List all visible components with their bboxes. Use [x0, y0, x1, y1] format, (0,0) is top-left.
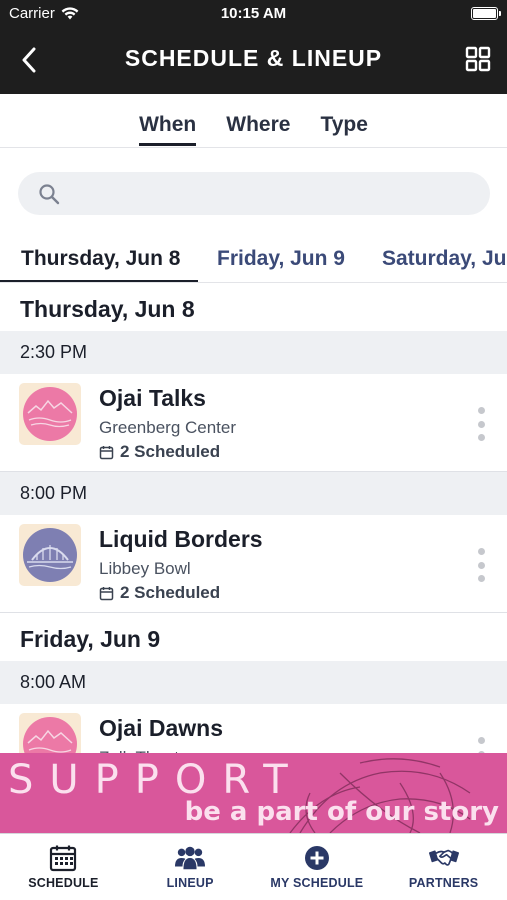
time-slot-header: 2:30 PM: [0, 331, 507, 374]
tab-lineup[interactable]: LINEUP: [127, 834, 254, 900]
filter-tabs: When Where Type: [0, 94, 507, 148]
search-bar: [18, 172, 490, 215]
event-name: Liquid Borders: [99, 526, 263, 552]
tab-my-schedule-label: MY SCHEDULE: [270, 876, 364, 890]
day-header: Friday, Jun 9: [0, 613, 507, 661]
tab-schedule-label: SCHEDULE: [28, 876, 99, 890]
event-artwork-icon: [23, 387, 77, 441]
date-tabs: Thursday, Jun 8 Friday, Jun 9 Saturday, …: [0, 236, 507, 283]
event-thumbnail: [19, 524, 81, 586]
tab-partners-label: PARTNERS: [408, 876, 479, 890]
calendar-small-icon: [99, 586, 114, 600]
calendar-icon: [50, 845, 77, 872]
tab-when[interactable]: When: [139, 94, 197, 148]
date-tab-saturday[interactable]: Saturday, Jun 10: [382, 247, 507, 271]
clock: 10:15 AM: [220, 5, 287, 22]
battery-icon: [471, 7, 501, 20]
tab-type[interactable]: Type: [320, 94, 367, 148]
time-slot-header: 8:00 PM: [0, 472, 507, 515]
schedule-list[interactable]: Thursday, Jun 8 2:30 PM Ojai Talks Green…: [0, 283, 507, 833]
more-options-icon[interactable]: [475, 407, 487, 441]
scheduled-count: 2 Scheduled: [99, 442, 220, 462]
search-input[interactable]: [70, 172, 470, 215]
scheduled-count: 2 Scheduled: [99, 583, 220, 603]
event-row[interactable]: Ojai Talks Greenberg Center 2 Scheduled: [0, 374, 507, 472]
tab-where[interactable]: Where: [226, 94, 290, 148]
nav-bar: SCHEDULE & LINEUP: [0, 28, 507, 94]
more-options-icon[interactable]: [475, 548, 487, 582]
scheduled-count-label: 2 Scheduled: [120, 442, 221, 461]
tab-my-schedule[interactable]: MY SCHEDULE: [254, 834, 381, 900]
event-row[interactable]: Liquid Borders Libbey Bowl 2 Scheduled: [0, 515, 507, 613]
date-tab-friday[interactable]: Friday, Jun 9: [217, 247, 345, 271]
event-name: Ojai Talks: [99, 385, 206, 411]
event-name: Ojai Dawns: [99, 715, 223, 741]
support-banner[interactable]: SUPPORT be a part of our story: [0, 753, 507, 833]
plus-circle-icon: [304, 846, 329, 870]
event-artwork-icon: [23, 528, 77, 582]
people-icon: [175, 846, 206, 870]
tab-schedule[interactable]: SCHEDULE: [0, 834, 127, 900]
grid-icon: [465, 46, 491, 72]
status-bar: Carrier 10:15 AM: [0, 0, 507, 28]
event-thumbnail: [19, 383, 81, 445]
event-venue: Libbey Bowl: [99, 559, 191, 578]
scheduled-count-label: 2 Scheduled: [120, 583, 221, 602]
banner-tagline: be a part of our story: [184, 797, 499, 827]
page-title: SCHEDULE & LINEUP: [124, 45, 383, 71]
handshake-icon: [428, 849, 459, 866]
calendar-small-icon: [99, 445, 114, 459]
date-tab-thursday[interactable]: Thursday, Jun 8: [21, 247, 180, 271]
event-venue: Greenberg Center: [99, 418, 237, 437]
bottom-tab-bar: SCHEDULE LINEUP MY SCHEDULE PARTNERS: [0, 833, 507, 900]
tab-partners[interactable]: PARTNERS: [380, 834, 507, 900]
grid-view-button[interactable]: [465, 46, 491, 72]
tab-lineup-label: LINEUP: [166, 876, 214, 890]
time-slot-header: 8:00 AM: [0, 661, 507, 704]
day-header: Thursday, Jun 8: [0, 283, 507, 331]
search-icon: [39, 184, 60, 205]
